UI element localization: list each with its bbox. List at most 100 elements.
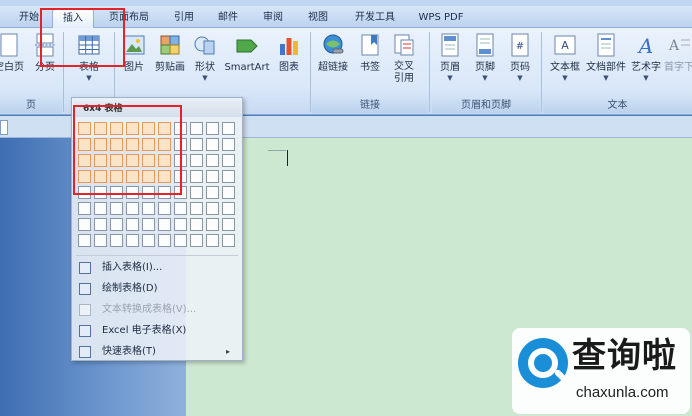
table-grid-cell[interactable] xyxy=(206,122,219,135)
table-grid-cell[interactable] xyxy=(190,154,203,167)
table-grid-cell[interactable] xyxy=(174,202,187,215)
table-grid-cell[interactable] xyxy=(190,122,203,135)
group-label-text: 文本 xyxy=(543,99,692,113)
table-grid-cell[interactable] xyxy=(206,138,219,151)
menu-item-insert-table[interactable]: 插入表格(I)... xyxy=(74,258,240,278)
quick-parts-label: 文档部件 xyxy=(586,62,626,73)
footer-button[interactable]: 页脚 ▼ xyxy=(468,32,502,82)
table-grid-cell[interactable] xyxy=(206,170,219,183)
tab-mailings[interactable]: 邮件 xyxy=(210,9,246,28)
table-grid-cell[interactable] xyxy=(78,218,91,231)
cross-reference-button[interactable]: 交叉 引用 xyxy=(387,32,421,85)
blank-page-button[interactable]: 空白页 xyxy=(0,32,26,74)
table-grid-cell[interactable] xyxy=(110,218,123,231)
quick-parts-icon xyxy=(597,33,615,57)
table-grid-cell[interactable] xyxy=(222,170,235,183)
table-grid-cell[interactable] xyxy=(94,202,107,215)
highlight-grid-selection xyxy=(73,105,182,195)
svg-text:#: # xyxy=(516,41,524,52)
page-number-icon: # xyxy=(511,33,529,57)
tab-view[interactable]: 视图 xyxy=(300,9,336,28)
table-grid-cell[interactable] xyxy=(94,234,107,247)
insert-table-icon xyxy=(79,262,91,274)
table-grid-cell[interactable] xyxy=(222,202,235,215)
quick-parts-button[interactable]: 文档部件 ▼ xyxy=(584,32,628,82)
menu-item-excel[interactable]: Excel 电子表格(X) xyxy=(74,321,240,341)
table-grid-cell[interactable] xyxy=(126,202,139,215)
bookmark-label: 书签 xyxy=(360,62,380,73)
group-label-pages: 页 xyxy=(0,99,62,113)
menu-item-draw-table[interactable]: 绘制表格(D) xyxy=(74,279,240,299)
tab-references[interactable]: 引用 xyxy=(166,9,202,28)
table-grid-cell[interactable] xyxy=(206,218,219,231)
shapes-button[interactable]: 形状 ▼ xyxy=(189,32,221,82)
bookmark-icon xyxy=(361,34,379,56)
header-button[interactable]: 页眉 ▼ xyxy=(433,32,467,82)
menu-item-label: 插入表格(I)... xyxy=(102,262,163,273)
shapes-icon xyxy=(194,36,215,55)
shapes-label: 形状 xyxy=(195,62,215,73)
tab-developer[interactable]: 开发工具 xyxy=(346,9,404,28)
tab-wps-pdf[interactable]: WPS PDF xyxy=(412,9,470,28)
table-grid-cell[interactable] xyxy=(174,218,187,231)
table-grid-cell[interactable] xyxy=(190,234,203,247)
table-grid-cell[interactable] xyxy=(190,218,203,231)
tab-review[interactable]: 审阅 xyxy=(255,9,291,28)
header-label: 页眉 xyxy=(440,62,460,73)
table-grid-cell[interactable] xyxy=(126,218,139,231)
table-grid-cell[interactable] xyxy=(78,202,91,215)
group-separator xyxy=(429,32,430,112)
table-grid-cell[interactable] xyxy=(78,234,91,247)
hyperlink-icon xyxy=(323,34,344,54)
menu-item-convert-text[interactable]: 文本转换成表格(V)... xyxy=(74,300,240,320)
convert-text-icon xyxy=(79,304,91,316)
table-grid-cell[interactable] xyxy=(222,122,235,135)
page-number-caret-icon: ▼ xyxy=(517,74,523,82)
hyperlink-button[interactable]: 超链接 xyxy=(313,32,353,74)
smartart-button[interactable]: SmartArt xyxy=(222,32,272,74)
chart-icon xyxy=(280,38,298,55)
clip-art-button[interactable]: 剪贴画 xyxy=(151,32,189,74)
draw-table-icon xyxy=(79,283,91,295)
page-number-button[interactable]: # 页码 ▼ xyxy=(503,32,537,82)
table-grid-cell[interactable] xyxy=(190,138,203,151)
ruler-tab-selector[interactable] xyxy=(0,120,8,135)
table-grid-cell[interactable] xyxy=(206,234,219,247)
table-grid-cell[interactable] xyxy=(142,218,155,231)
chart-button[interactable]: 图表 xyxy=(272,32,306,74)
menu-item-quick-table[interactable]: 快速表格(T) ▸ xyxy=(74,342,240,362)
table-grid-cell[interactable] xyxy=(190,186,203,199)
drop-cap-button[interactable]: A 首字下沉 xyxy=(664,32,692,74)
blank-page-icon xyxy=(0,33,18,57)
watermark-brand: 查询啦 xyxy=(572,336,677,376)
table-grid-cell[interactable] xyxy=(222,138,235,151)
table-grid-cell[interactable] xyxy=(222,154,235,167)
table-grid-cell[interactable] xyxy=(174,234,187,247)
table-grid-cell[interactable] xyxy=(94,218,107,231)
table-grid-cell[interactable] xyxy=(222,186,235,199)
table-grid-cell[interactable] xyxy=(142,202,155,215)
table-grid-cell[interactable] xyxy=(222,234,235,247)
table-grid-cell[interactable] xyxy=(110,202,123,215)
bookmark-button[interactable]: 书签 xyxy=(354,32,386,74)
table-grid-cell[interactable] xyxy=(222,218,235,231)
table-grid-cell[interactable] xyxy=(142,234,155,247)
text-cursor xyxy=(287,150,288,166)
table-grid-cell[interactable] xyxy=(158,202,171,215)
table-grid-cell[interactable] xyxy=(206,202,219,215)
table-grid-cell[interactable] xyxy=(206,186,219,199)
wordart-button[interactable]: A 艺术字 ▼ xyxy=(628,32,664,82)
table-grid-cell[interactable] xyxy=(158,234,171,247)
table-grid-cell[interactable] xyxy=(158,218,171,231)
table-grid-cell[interactable] xyxy=(190,202,203,215)
table-grid-cell[interactable] xyxy=(206,154,219,167)
text-box-button[interactable]: A 文本框 ▼ xyxy=(546,32,584,82)
smartart-icon xyxy=(236,39,258,53)
table-grid-cell[interactable] xyxy=(190,170,203,183)
table-grid-cell[interactable] xyxy=(126,234,139,247)
search-logo-icon xyxy=(518,338,568,388)
table-grid-cell[interactable] xyxy=(110,234,123,247)
wordart-icon: A xyxy=(637,34,653,58)
menu-item-label: Excel 电子表格(X) xyxy=(102,325,187,336)
hyperlink-label: 超链接 xyxy=(318,62,348,73)
